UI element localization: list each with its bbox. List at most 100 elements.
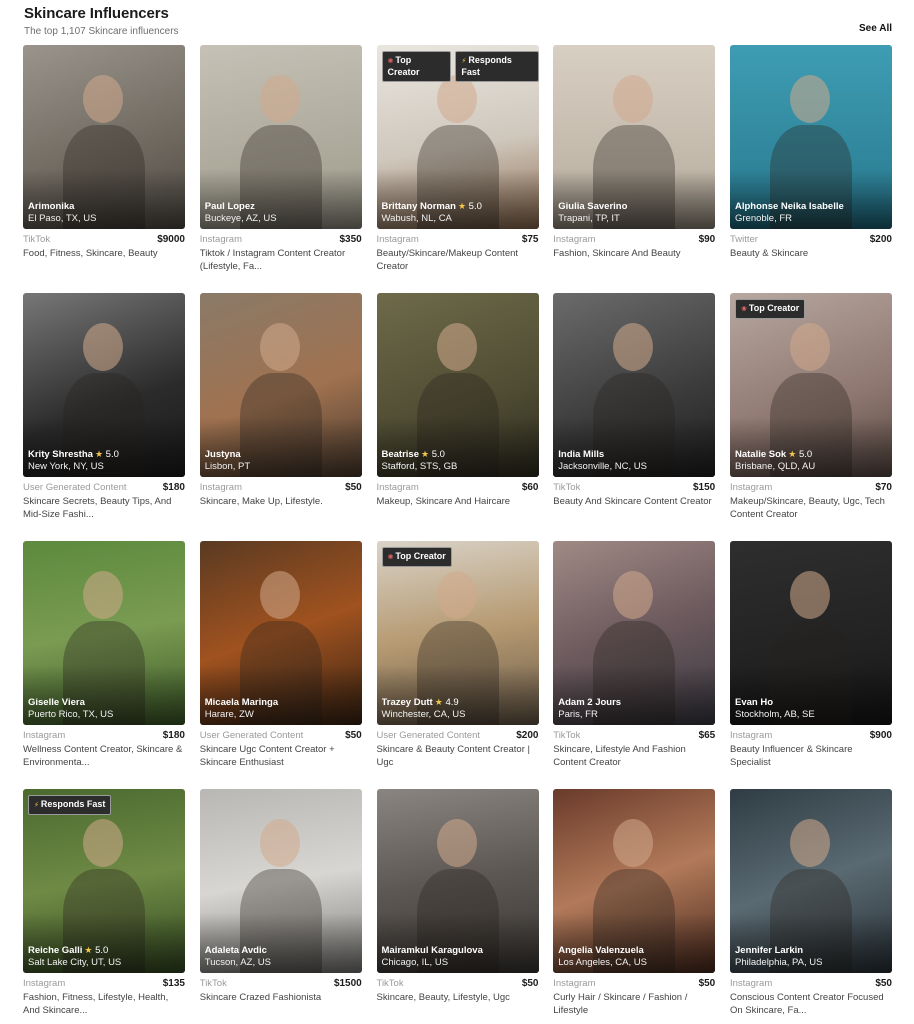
influencer-photo[interactable]: India Mills Jacksonville, NC, US	[553, 293, 716, 477]
influencer-photo[interactable]: Giselle Viera Puerto Rico, TX, US	[23, 541, 185, 725]
influencer-card[interactable]: Giselle Viera Puerto Rico, TX, US Instagra…	[23, 541, 185, 768]
platform-price-row: Instagram $900	[730, 730, 892, 741]
influencer-card[interactable]: ❀ Top Creator Natalie Sok ★ 5.0 Brisbane, QL…	[730, 293, 892, 520]
photo-caption: Paul Lopez Buckeye, AZ, US	[205, 201, 357, 224]
influencer-photo[interactable]: Angelia Valenzuela Los Angeles, CA, US	[553, 789, 716, 973]
photo-subject-head	[83, 571, 123, 619]
photo-subject-head	[259, 571, 300, 619]
card-meta: Instagram $135 Fashion, Fitness, Lifestyle…	[23, 978, 185, 1017]
influencer-location: Harare, ZW	[204, 709, 254, 720]
photo-subject-head	[613, 819, 654, 867]
influencer-name: India Mills	[558, 449, 605, 460]
influencer-location: Lisbon, PT	[204, 461, 251, 472]
influencer-photo[interactable]: Adaleta Avdic Tucson, AZ, US	[199, 789, 362, 973]
influencer-card[interactable]: ⚡ Responds Fast Reiche Galli ★ 5.0 Salt Lake…	[23, 789, 185, 1016]
influencer-photo[interactable]: Jennifer Larkin Philadelphia, PA, US	[730, 789, 892, 973]
photo-caption: Micaela Maringa Harare, ZW	[205, 697, 357, 720]
see-all-link[interactable]: See All	[859, 23, 892, 34]
influencer-card[interactable]: Arimonika El Paso, TX, US TikTok $9000 Food,…	[23, 45, 185, 259]
photo-caption: Beatrise ★ 5.0 Stafford, STS, GB	[382, 449, 534, 472]
influencer-name-row: Giulia Saverino	[558, 201, 710, 212]
influencer-location: Trapani, TP, IT	[558, 213, 620, 224]
influencer-photo[interactable]: Justyna Lisbon, PT	[199, 293, 362, 477]
influencer-photo[interactable]: ❀ Top Creator ⚡ Responds Fast Brittany Norma…	[376, 45, 539, 229]
top-creator-badge: ❀ Top Creator	[735, 299, 806, 319]
influencer-location: Winchester, CA, US	[381, 709, 466, 720]
influencer-card[interactable]: Jennifer Larkin Philadelphia, PA, US Insta…	[730, 789, 892, 1016]
influencer-card[interactable]: Giulia Saverino Trapani, TP, IT Instagram $…	[553, 45, 716, 259]
card-meta: User Generated Content $200 Skincare & Bea…	[377, 730, 539, 769]
influencer-name: Natalie Sok	[735, 449, 787, 460]
platform-label: Instagram	[199, 482, 242, 493]
card-meta: Instagram $50 Skincare, Make Up, Lifestyle…	[200, 482, 362, 509]
lightning-icon: ⚡	[34, 802, 39, 809]
influencer-photo[interactable]: ⚡ Responds Fast Reiche Galli ★ 5.0 Salt Lake…	[23, 789, 185, 973]
influencer-photo[interactable]: Micaela Maringa Harare, ZW	[199, 541, 362, 725]
influencer-location: Philadelphia, PA, US	[735, 957, 823, 968]
photo-caption: Giulia Saverino Trapani, TP, IT	[558, 201, 710, 224]
influencer-photo[interactable]: Alphonse Neika Isabelle Grenoble, FR	[730, 45, 892, 229]
rating-value: 5.0	[798, 449, 813, 460]
influencer-card[interactable]: Paul Lopez Buckeye, AZ, US Instagram $350 Ti…	[199, 45, 362, 272]
influencer-card[interactable]: Adaleta Avdic Tucson, AZ, US TikTok $1500 Sk…	[199, 789, 362, 1003]
card-meta: TikTok $1500 Skincare Crazed Fashionista	[200, 978, 362, 1005]
influencer-photo[interactable]: Beatrise ★ 5.0 Stafford, STS, GB	[376, 293, 539, 477]
influencer-card[interactable]: Beatrise ★ 5.0 Stafford, STS, GB Instagram $…	[376, 293, 539, 507]
card-meta: Instagram $70 Makeup/Skincare, Beauty, Ugc…	[730, 482, 892, 521]
influencer-description: Beauty Influencer & Skincare Specialist	[730, 744, 853, 768]
platform-label: TikTok	[199, 978, 227, 989]
photo-caption: Adaleta Avdic Tucson, AZ, US	[205, 945, 357, 968]
influencer-card[interactable]: Micaela Maringa Harare, ZW User Generated …	[199, 541, 362, 768]
influencer-photo[interactable]: Mairamkul Karagulova Chicago, IL, US	[376, 789, 539, 973]
influencer-photo[interactable]: Giulia Saverino Trapani, TP, IT	[553, 45, 716, 229]
influencer-card[interactable]: ❀ Top Creator ⚡ Responds Fast Brittany Norma…	[376, 45, 539, 272]
influencer-card[interactable]: Evan Ho Stockholm, AB, SE Instagram $900 Bea…	[730, 541, 892, 768]
influencer-location: Grenoble, FR	[735, 213, 793, 224]
influencer-card[interactable]: Krity Shrestha ★ 5.0 New York, NY, US User …	[23, 293, 185, 520]
badge-group: ⚡ Responds Fast	[28, 795, 112, 815]
influencer-card[interactable]: Justyna Lisbon, PT Instagram $50 Skincare, M…	[199, 293, 362, 507]
influencer-photo[interactable]: ❀ Top Creator Natalie Sok ★ 5.0 Brisbane, QL…	[730, 293, 892, 477]
influencer-photo[interactable]: Arimonika El Paso, TX, US	[23, 45, 185, 229]
influencer-card[interactable]: Angelia Valenzuela Los Angeles, CA, US Ins…	[553, 789, 716, 1016]
price-label: $60	[521, 482, 539, 493]
influencer-name-row: Brittany Norman ★ 5.0	[382, 201, 534, 212]
influencer-description: Skincare, Lifestyle And Fashion Content …	[553, 744, 686, 768]
influencer-description: Skincare Crazed Fashionista	[199, 992, 322, 1003]
influencer-description: Curly Hair / Skincare / Fashion / Lifest…	[553, 992, 688, 1016]
influencer-card[interactable]: Adam 2 Jours Paris, FR TikTok $65 Skincare, …	[553, 541, 716, 768]
platform-price-row: User Generated Content $50	[200, 730, 362, 741]
influencer-location: Los Angeles, CA, US	[558, 957, 647, 968]
star-icon: ★	[94, 449, 104, 459]
platform-price-row: TikTok $65	[553, 730, 715, 741]
influencer-name: Jennifer Larkin	[735, 945, 804, 956]
influencer-photo[interactable]: ❀ Top Creator Trazey Dutt ★ 4.9 Winchester, …	[376, 541, 539, 725]
platform-label: Instagram	[553, 978, 596, 989]
influencer-photo[interactable]: Paul Lopez Buckeye, AZ, US	[199, 45, 362, 229]
rating-value: 4.9	[445, 697, 459, 708]
influencer-card[interactable]: Mairamkul Karagulova Chicago, IL, US TikTo…	[376, 789, 539, 1003]
platform-price-row: Twitter $200	[730, 234, 892, 245]
photo-subject-head	[83, 75, 123, 123]
influencer-location: Stockholm, AB, SE	[735, 709, 815, 720]
influencer-card[interactable]: ❀ Top Creator Trazey Dutt ★ 4.9 Winchester, …	[376, 541, 539, 768]
platform-price-row: Instagram $70	[730, 482, 892, 493]
influencer-name-row: Mairamkul Karagulova	[382, 945, 534, 956]
influencer-card[interactable]: Alphonse Neika Isabelle Grenoble, FR Twitt…	[730, 45, 892, 259]
price-label: $65	[698, 730, 716, 741]
influencer-photo[interactable]: Evan Ho Stockholm, AB, SE	[730, 541, 892, 725]
badge-label: Responds Fast	[461, 55, 512, 77]
influencer-card[interactable]: India Mills Jacksonville, NC, US TikTok $15…	[553, 293, 716, 507]
platform-label: Twitter	[730, 234, 758, 245]
price-label: $50	[345, 482, 362, 493]
influencer-description: Fashion, Skincare And Beauty	[553, 248, 681, 259]
influencer-photo[interactable]: Krity Shrestha ★ 5.0 New York, NY, US	[23, 293, 185, 477]
influencer-name-row: Alphonse Neika Isabelle	[735, 201, 887, 212]
influencer-photo[interactable]: Adam 2 Jours Paris, FR	[553, 541, 716, 725]
star-icon: ★	[788, 449, 797, 459]
price-label: $1500	[333, 978, 362, 989]
card-meta: TikTok $65 Skincare, Lifestyle And Fashion…	[553, 730, 715, 769]
influencer-name: Brittany Norman	[381, 201, 456, 212]
photo-caption: Brittany Norman ★ 5.0 Wabush, NL, CA	[382, 201, 534, 224]
influencer-name: Alphonse Neika Isabelle	[735, 201, 844, 212]
